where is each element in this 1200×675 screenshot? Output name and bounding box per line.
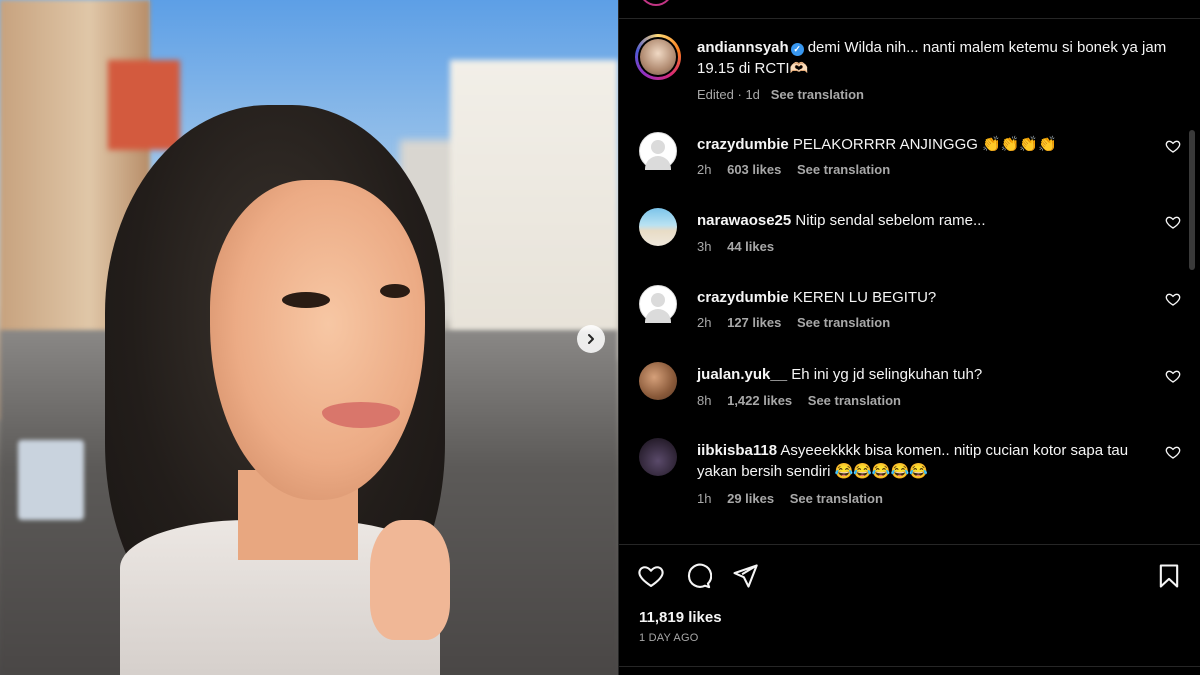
photo-person-eye-right bbox=[380, 284, 410, 298]
photo-sign bbox=[18, 440, 84, 520]
comment-likes[interactable]: 127 likes bbox=[727, 315, 781, 330]
comment-username[interactable]: iibkisba118 bbox=[697, 442, 777, 459]
comments-panel: andiannsyah ✓ demi Wilda nih... nanti male… bbox=[618, 0, 1200, 675]
post-time-ago[interactable]: 1 DAY AGO bbox=[639, 632, 698, 644]
comment-username[interactable]: jualan.yuk__ bbox=[697, 366, 787, 383]
footer-divider bbox=[619, 666, 1200, 667]
comment-like-heart-icon[interactable] bbox=[1165, 368, 1181, 384]
comment-likes[interactable]: 1,422 likes bbox=[727, 393, 792, 408]
comment-avatar[interactable] bbox=[639, 285, 677, 323]
comment-age: 3h bbox=[697, 239, 712, 254]
photo-awning bbox=[108, 60, 180, 150]
comment-age: 2h bbox=[697, 315, 712, 330]
chevron-right-icon bbox=[588, 334, 594, 344]
comment-avatar[interactable] bbox=[639, 362, 677, 400]
comment-age: 2h bbox=[697, 162, 712, 177]
bookmark-icon[interactable] bbox=[1155, 562, 1183, 590]
comment-meta: 8h 1,422 likes See translation bbox=[697, 393, 913, 408]
comment-username[interactable]: narawaose25 bbox=[697, 212, 791, 229]
comment-text: Nitip sendal sebelom rame... bbox=[795, 212, 986, 229]
comment-likes[interactable]: 44 likes bbox=[727, 239, 774, 254]
comment-text: Eh ini yg jd selingkuhan tuh? bbox=[791, 366, 983, 383]
caption-see-translation[interactable]: See translation bbox=[771, 87, 864, 102]
comment-meta: 2h 603 likes See translation bbox=[697, 162, 902, 177]
comment-avatar[interactable] bbox=[639, 208, 677, 246]
comment-age: 8h bbox=[697, 393, 712, 408]
comment-text: KEREN LU BEGITU? bbox=[792, 289, 937, 306]
post-caption: andiannsyah ✓ demi Wilda nih... nanti male… bbox=[635, 34, 1185, 114]
comment-like-heart-icon[interactable] bbox=[1165, 291, 1181, 307]
comment-avatar[interactable] bbox=[639, 132, 677, 170]
comment-meta: 1h 29 likes See translation bbox=[697, 491, 895, 506]
verified-badge-icon: ✓ bbox=[790, 43, 804, 56]
comment-body: narawaose25 Nitip sendal sebelom rame... bbox=[697, 210, 1147, 231]
actions-divider bbox=[619, 544, 1200, 545]
comment-likes[interactable]: 603 likes bbox=[727, 162, 781, 177]
comment-username[interactable]: crazydumbie bbox=[697, 289, 789, 306]
comment-likes[interactable]: 29 likes bbox=[727, 491, 774, 506]
photo-building-right bbox=[450, 60, 618, 360]
photo-person-eye-left bbox=[282, 292, 330, 308]
comment-like-heart-icon[interactable] bbox=[1165, 444, 1181, 460]
caption-edited: Edited bbox=[697, 87, 734, 102]
caption-meta: Edited · 1d See translation bbox=[697, 87, 864, 102]
post-photo bbox=[0, 0, 618, 675]
comment-age: 1h bbox=[697, 491, 712, 506]
comment-body: crazydumbie KEREN LU BEGITU? bbox=[697, 287, 1147, 308]
comment-icon[interactable] bbox=[684, 562, 712, 590]
caption-text-block: andiannsyah ✓ demi Wilda nih... nanti male… bbox=[697, 37, 1177, 79]
comment-see-translation[interactable]: See translation bbox=[790, 491, 883, 506]
post-likes-count[interactable]: 11,819 likes bbox=[639, 609, 722, 626]
header-avatar-partial[interactable] bbox=[639, 0, 673, 6]
comment-meta: 3h 44 likes bbox=[697, 239, 786, 254]
author-username[interactable]: andiannsyah bbox=[697, 39, 789, 56]
share-icon[interactable] bbox=[731, 562, 759, 590]
header-divider bbox=[619, 18, 1200, 19]
comment-body: crazydumbie PELAKORRRR ANJINGGG 👏👏👏👏 bbox=[697, 134, 1147, 155]
comment-meta: 2h 127 likes See translation bbox=[697, 315, 902, 330]
author-avatar-image bbox=[640, 39, 676, 75]
caption-age: 1d bbox=[745, 87, 760, 102]
comment-see-translation[interactable]: See translation bbox=[797, 315, 890, 330]
comment-username[interactable]: crazydumbie bbox=[697, 136, 789, 153]
comment-like-heart-icon[interactable] bbox=[1165, 138, 1181, 154]
comments-scrollbar[interactable] bbox=[1189, 130, 1195, 270]
comment-see-translation[interactable]: See translation bbox=[797, 162, 890, 177]
comment-see-translation[interactable]: See translation bbox=[808, 393, 901, 408]
comment-like-heart-icon[interactable] bbox=[1165, 214, 1181, 230]
author-avatar[interactable] bbox=[635, 34, 681, 80]
photo-person-hand bbox=[370, 520, 450, 640]
next-photo-button[interactable] bbox=[577, 325, 605, 353]
comment-body: jualan.yuk__ Eh ini yg jd selingkuhan tu… bbox=[697, 364, 1147, 385]
heart-icon[interactable] bbox=[637, 562, 665, 590]
comment-body: iibkisba118 Asyeeekkkk bisa komen.. niti… bbox=[697, 440, 1147, 482]
comment-avatar[interactable] bbox=[639, 438, 677, 476]
comment-text: PELAKORRRR ANJINGGG 👏👏👏👏 bbox=[792, 136, 1057, 153]
